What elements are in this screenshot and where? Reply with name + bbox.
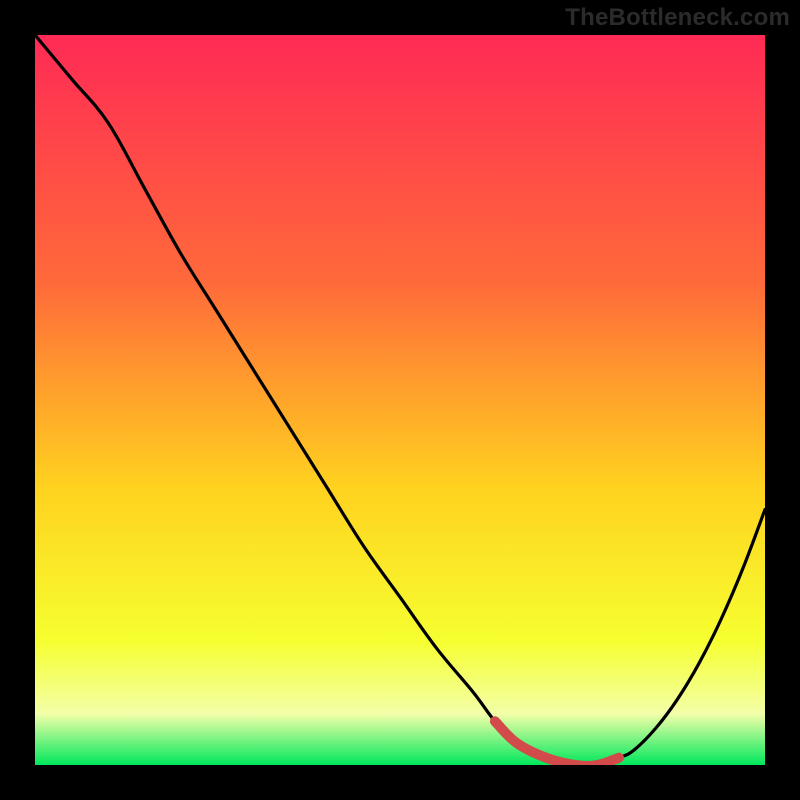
bottleneck-chart (35, 35, 765, 765)
plot-frame (35, 35, 765, 765)
gradient-background (35, 35, 765, 765)
chart-container: TheBottleneck.com (0, 0, 800, 800)
watermark-text: TheBottleneck.com (565, 4, 790, 32)
